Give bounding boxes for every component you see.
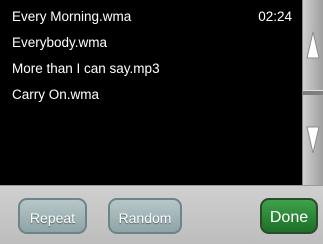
track-row[interactable]: More than I can say.mp3: [12, 58, 292, 80]
playlist: Every Morning.wma 02:24 Everybody.wma Mo…: [0, 0, 302, 185]
repeat-button[interactable]: Repeat: [18, 198, 87, 234]
track-row[interactable]: Every Morning.wma 02:24: [12, 6, 292, 28]
track-name: Carry On.wma: [12, 87, 100, 102]
scroll-down-button[interactable]: [303, 95, 323, 185]
track-name: Every Morning.wma: [12, 9, 132, 24]
scrollbar[interactable]: [302, 0, 323, 185]
track-row[interactable]: Carry On.wma: [12, 84, 292, 106]
triangle-down-icon: [306, 126, 320, 154]
random-button[interactable]: Random: [108, 198, 182, 234]
track-name: Everybody.wma: [12, 35, 108, 50]
triangle-up-icon: [306, 31, 320, 59]
track-name: More than I can say.mp3: [12, 61, 160, 76]
track-row[interactable]: Everybody.wma: [12, 32, 292, 54]
music-player-screen: Every Morning.wma 02:24 Everybody.wma Mo…: [0, 0, 323, 244]
control-bar: Repeat Random Done: [0, 185, 323, 244]
done-button[interactable]: Done: [260, 198, 318, 234]
scroll-up-button[interactable]: [303, 0, 323, 90]
track-duration: 02:24: [258, 9, 292, 24]
